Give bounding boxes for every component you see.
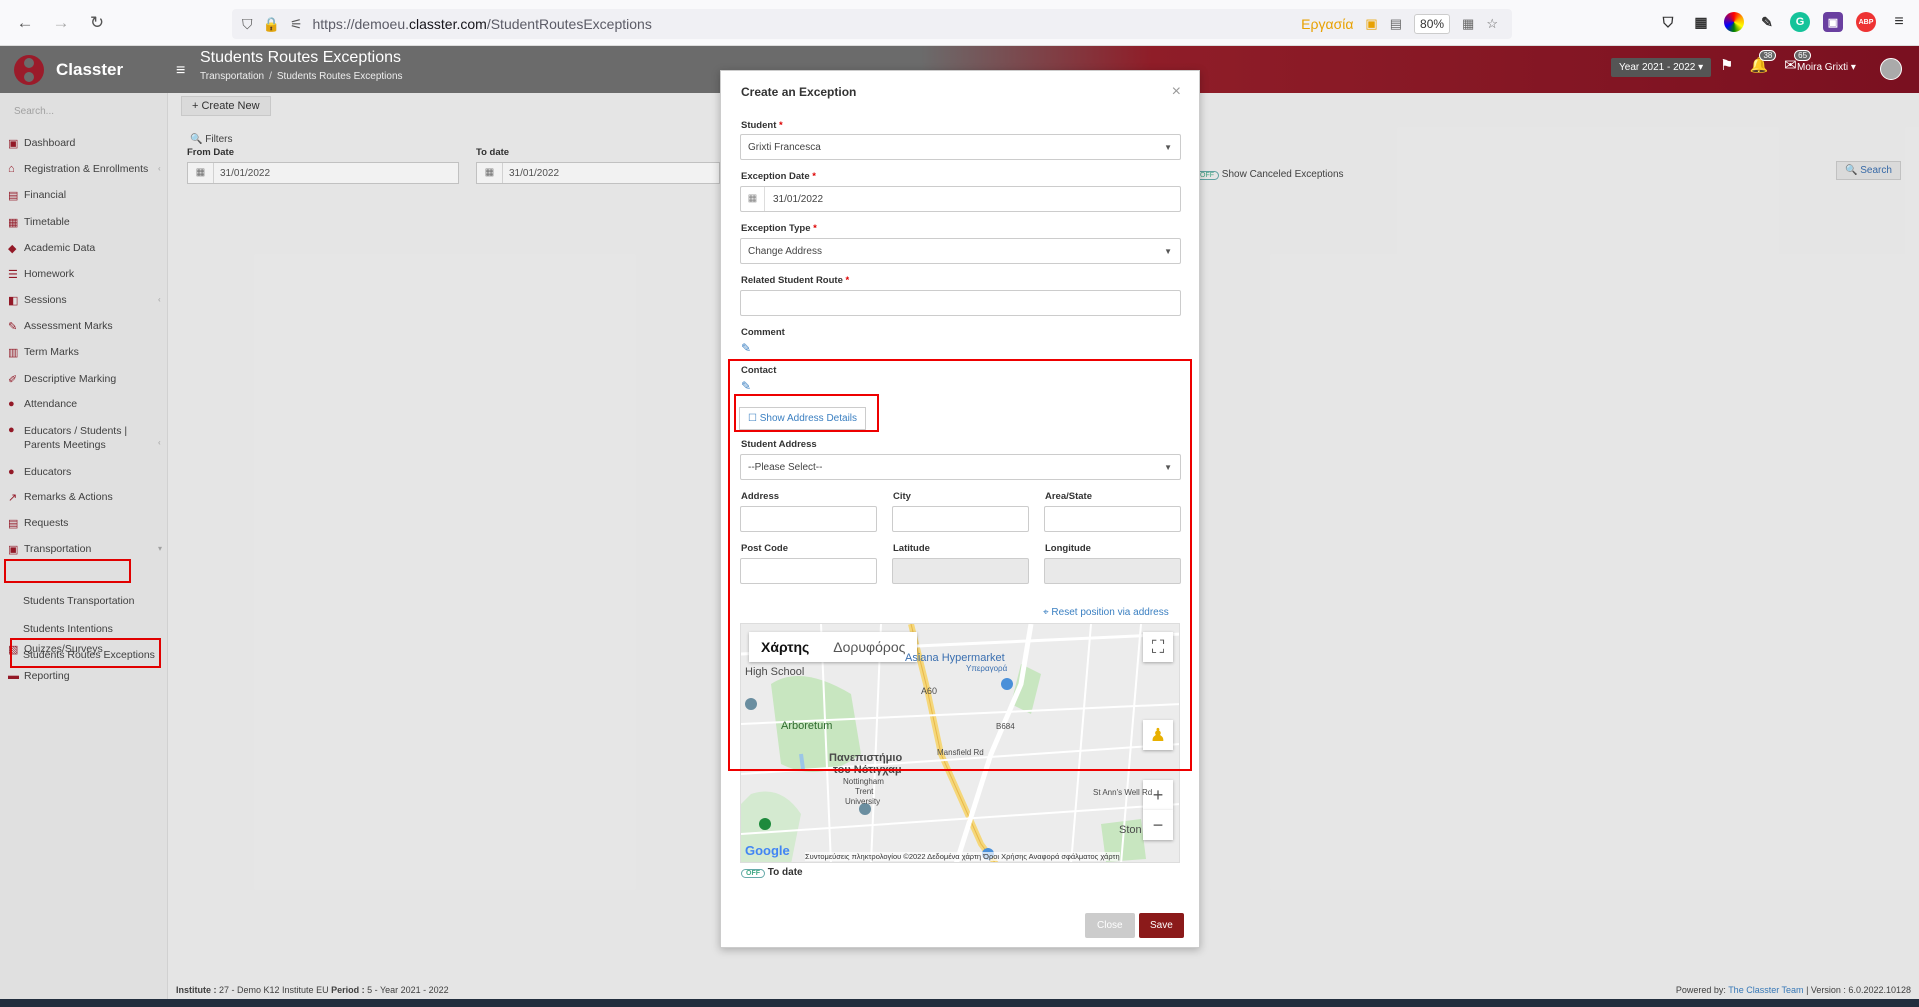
map-label: University [845,797,881,806]
todate-toggle[interactable]: OFF To date [741,867,803,878]
reload-icon[interactable]: ↻ [86,12,108,34]
create-exception-modal: Create an Exception × Student * Grixti F… [720,70,1200,948]
google-logo: Google [745,843,790,858]
url-text: https://demoeu.classter.com/StudentRoute… [312,16,652,32]
zoom-level[interactable]: 80% [1414,14,1451,34]
breadcrumb: Transportation / Students Routes Exception… [200,71,403,82]
highlight-address-section [728,359,1192,771]
chevron-down-icon: ▼ [1164,246,1172,256]
map-label: Nottingham [843,777,884,786]
comment-edit-icon[interactable]: ✎ [741,341,751,355]
map-label: Ston [1119,824,1142,836]
qr-icon[interactable]: ▦ [1462,16,1474,32]
exception-type-label: Exception Type * [741,223,817,234]
student-label: Student * [741,120,783,131]
map-label: Trent [855,787,874,796]
forward-icon[interactable]: → [50,12,72,34]
extension-purple-icon[interactable]: ▣ [1823,12,1843,32]
eyedropper-icon[interactable]: ✎ [1757,12,1777,32]
logo[interactable]: Classter [0,46,168,93]
lock-icon: 🔒 [262,15,280,32]
grammarly-icon[interactable]: G [1790,12,1810,32]
shield-icon: ⛉ [242,15,253,32]
address-bar[interactable]: ⛉ 🔒 ⚟ https://demoeu.classter.com/Studen… [232,9,1512,39]
zoom-out-icon[interactable]: − [1143,810,1173,840]
adblock-icon[interactable]: ABP [1856,12,1876,32]
save-button[interactable]: Save [1139,913,1184,938]
container-label: Εργασία [1301,16,1354,32]
map-label: St Ann's Well Rd [1093,788,1153,797]
related-route-label: Related Student Route * [741,275,850,286]
briefcase-icon: ▣ [1365,16,1378,31]
exception-type-select[interactable]: Change Address ▼ [740,238,1181,264]
breadcrumb-item[interactable]: Transportation [200,71,264,82]
comment-label: Comment [741,327,785,338]
year-select[interactable]: Year 2021 - 2022 ▾ [1611,58,1712,77]
apps-icon[interactable]: ▦ [1691,12,1711,32]
close-button[interactable]: Close [1085,913,1135,938]
notifications-badge: 38 [1759,50,1777,61]
pocket-icon[interactable]: ⛉ [1658,12,1678,32]
calendar-icon: ▦ [741,187,765,211]
back-icon[interactable]: ← [14,12,36,34]
classter-logo-icon [14,54,44,85]
breadcrumb-item: Students Routes Exceptions [276,71,403,82]
header-icons: ⚑ 🔔 38 ✉ 65 [1720,50,1812,74]
color-wheel-icon[interactable] [1724,12,1744,32]
bookmark-star-icon[interactable]: ☆ [1486,16,1498,32]
flag-icon[interactable]: ⚑ [1720,56,1733,74]
student-select[interactable]: Grixti Francesca ▼ [740,134,1181,160]
reader-view-icon[interactable]: ▤ [1390,16,1402,32]
exception-date-input[interactable]: ▦ 31/01/2022 [740,186,1181,212]
messages-badge: 65 [1794,50,1812,61]
close-icon[interactable]: × [1172,83,1181,101]
permissions-icon: ⚟ [289,15,303,32]
extension-icons: ⛉ ▦ ✎ G ▣ ABP ≡ [1658,12,1909,32]
browser-toolbar: ← → ↻ ⛉ 🔒 ⚟ https://demoeu.classter.com/… [0,0,1919,46]
map-credit: Συντομεύσεις πληκτρολογίου ©2022 Δεδομέν… [805,852,1120,861]
related-route-input[interactable] [740,290,1181,316]
avatar[interactable] [1880,58,1902,80]
user-menu[interactable]: Moira Grixti ▾ [1797,62,1856,73]
exception-date-label: Exception Date * [741,171,816,182]
menu-icon[interactable]: ≡ [1889,12,1909,32]
chevron-down-icon: ▼ [1164,142,1172,152]
hamburger-menu-icon[interactable]: ≡ [176,62,185,80]
modal-title: Create an Exception [741,85,857,99]
envelope-icon[interactable]: ✉ 65 [1784,50,1812,74]
page-title: Students Routes Exceptions [200,49,402,66]
bell-icon[interactable]: 🔔 38 [1749,50,1777,74]
logo-text: Classter [56,59,124,79]
